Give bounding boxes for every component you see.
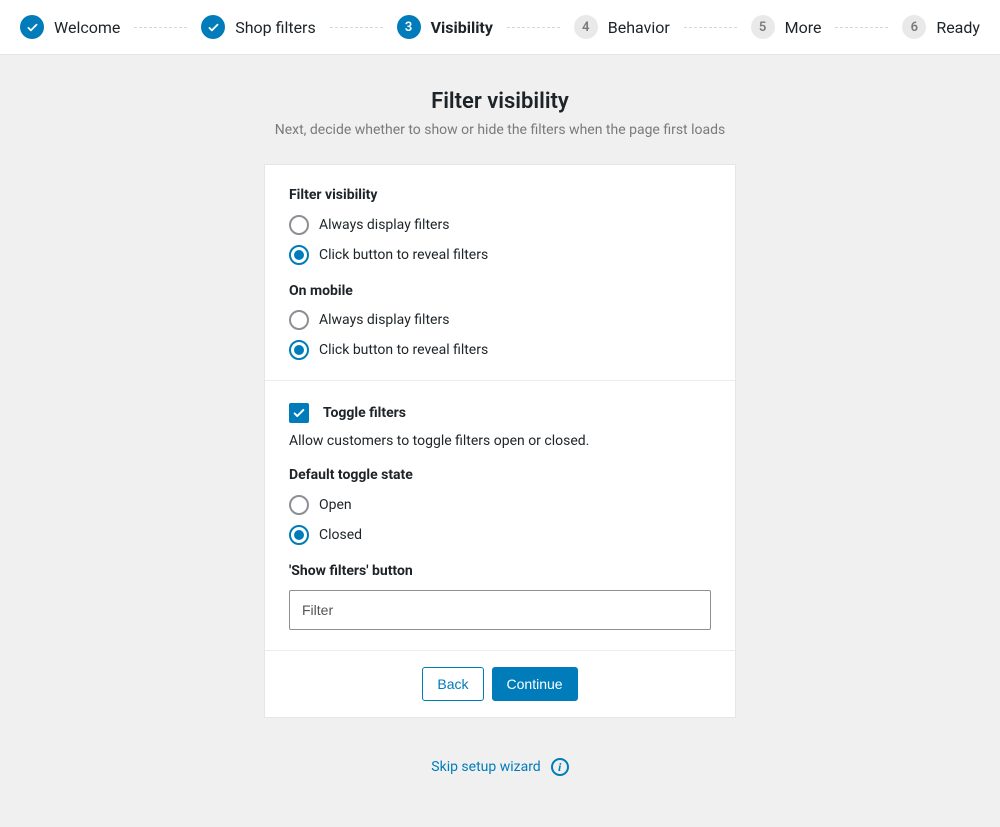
page-body: Filter visibility Next, decide whether t… — [0, 55, 1000, 776]
step-label: More — [785, 18, 822, 37]
card-footer: Back Continue — [265, 650, 735, 717]
skip-row: Skip setup wizard i — [431, 758, 568, 776]
step-separator — [330, 27, 383, 28]
step-label: Visibility — [431, 18, 493, 37]
toggle-description: Allow customers to toggle filters open o… — [289, 433, 711, 449]
info-icon[interactable]: i — [551, 758, 569, 776]
radio-label: Always display filters — [319, 312, 449, 328]
step-number-badge: 5 — [751, 15, 775, 39]
check-icon — [20, 15, 44, 39]
show-filters-button-input[interactable] — [289, 590, 711, 630]
page-subtitle: Next, decide whether to show or hide the… — [275, 122, 726, 138]
step-ready[interactable]: 6 Ready — [902, 15, 980, 39]
step-welcome[interactable]: Welcome — [20, 15, 120, 39]
step-visibility[interactable]: 3 Visibility — [397, 15, 493, 39]
radio-default-open[interactable]: Open — [289, 495, 711, 515]
radio-label: Closed — [319, 527, 362, 543]
step-separator — [507, 27, 560, 28]
radio-icon — [289, 495, 309, 515]
step-separator — [835, 27, 888, 28]
radio-icon — [289, 525, 309, 545]
radio-mobile-always-display[interactable]: Always display filters — [289, 310, 711, 330]
checkbox-toggle-filters[interactable]: Toggle filters — [289, 403, 711, 423]
check-icon — [201, 15, 225, 39]
field-heading-default-toggle: Default toggle state — [289, 467, 711, 483]
step-number-badge: 4 — [574, 15, 598, 39]
back-button[interactable]: Back — [422, 667, 483, 701]
step-label: Shop filters — [235, 18, 316, 37]
radio-icon — [289, 310, 309, 330]
check-icon — [289, 403, 309, 423]
radio-icon — [289, 245, 309, 265]
radio-mobile-click-to-reveal[interactable]: Click button to reveal filters — [289, 340, 711, 360]
field-heading-filter-visibility: Filter visibility — [289, 187, 711, 203]
step-label: Welcome — [54, 18, 120, 37]
wizard-stepper: Welcome Shop filters 3 Visibility 4 Beha… — [0, 0, 1000, 55]
radio-label: Click button to reveal filters — [319, 247, 488, 263]
section-filter-visibility: Filter visibility Always display filters… — [265, 165, 735, 380]
step-more[interactable]: 5 More — [751, 15, 822, 39]
step-label: Ready — [936, 18, 980, 37]
step-behavior[interactable]: 4 Behavior — [574, 15, 670, 39]
step-label: Behavior — [608, 18, 670, 37]
radio-icon — [289, 340, 309, 360]
continue-button[interactable]: Continue — [492, 667, 578, 701]
step-number-badge: 3 — [397, 15, 421, 39]
radio-label: Click button to reveal filters — [319, 342, 488, 358]
step-separator — [684, 27, 737, 28]
page-title: Filter visibility — [431, 89, 569, 114]
section-toggle-filters: Toggle filters Allow customers to toggle… — [265, 380, 735, 650]
step-shop-filters[interactable]: Shop filters — [201, 15, 316, 39]
step-separator — [134, 27, 187, 28]
radio-label: Open — [319, 497, 352, 513]
step-number-badge: 6 — [902, 15, 926, 39]
skip-setup-link[interactable]: Skip setup wizard — [431, 759, 540, 775]
radio-default-closed[interactable]: Closed — [289, 525, 711, 545]
checkbox-label: Toggle filters — [323, 405, 406, 421]
radio-always-display[interactable]: Always display filters — [289, 215, 711, 235]
field-heading-show-filters-button: 'Show filters' button — [289, 563, 711, 579]
field-heading-on-mobile: On mobile — [289, 283, 711, 299]
radio-icon — [289, 215, 309, 235]
settings-card: Filter visibility Always display filters… — [264, 164, 736, 718]
radio-click-to-reveal[interactable]: Click button to reveal filters — [289, 245, 711, 265]
radio-label: Always display filters — [319, 217, 449, 233]
